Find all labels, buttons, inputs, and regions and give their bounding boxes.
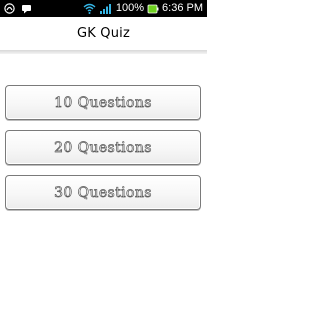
signal-icon [99,3,113,14]
battery-percent: 100% [115,2,145,14]
status-bar: 100% 6:36 PM [0,0,207,17]
clock: 6:36 PM [162,2,203,14]
thirty-questions-button[interactable]: 30 Questions [5,175,201,210]
question-count-menu: 10 Questions 20 Questions 30 Questions [5,85,201,220]
twenty-questions-button[interactable]: 20 Questions [5,130,201,165]
button-label: 30 Questions [54,184,152,201]
status-bar-left [0,3,32,14]
action-bar: GK Quiz [0,17,207,50]
notification-icon [4,3,15,14]
title-divider [0,50,207,54]
button-label: 20 Questions [54,139,152,156]
ten-questions-button[interactable]: 10 Questions [5,85,201,120]
status-bar-right: 100% 6:36 PM [83,0,207,17]
message-icon [21,4,32,14]
button-label: 10 Questions [54,94,152,111]
battery-icon [147,3,159,14]
app-title: GK Quiz [76,26,131,41]
wifi-icon [83,3,96,14]
